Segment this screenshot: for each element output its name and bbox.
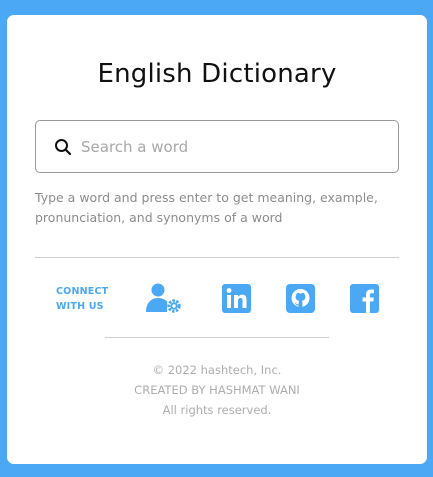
search-box[interactable] (35, 120, 399, 173)
connect-label-line1: CONNECT (56, 286, 109, 297)
search-hint: Type a word and press enter to get meani… (35, 190, 378, 225)
search-icon (53, 137, 73, 157)
footer: © 2022 hashtech, Inc. CREATED BY HASHMAT… (7, 360, 427, 420)
footer-divider (105, 337, 329, 338)
page-title: English Dictionary (97, 59, 337, 89)
linkedin-icon[interactable] (221, 283, 251, 313)
connect-label: CONNECT WITH US (56, 284, 108, 314)
github-icon[interactable] (285, 283, 315, 313)
footer-rights: All rights reserved. (162, 403, 272, 417)
search-input[interactable] (81, 131, 361, 162)
connect-label-line2: WITH US (56, 301, 104, 312)
divider (35, 257, 399, 258)
facebook-icon[interactable] (349, 283, 379, 313)
footer-copyright: © 2022 hashtech, Inc. (152, 363, 282, 377)
dictionary-card: English Dictionary Type a word and press… (7, 15, 427, 464)
profile-settings-icon[interactable] (143, 283, 185, 313)
footer-credit: CREATED BY HASHMAT WANI (134, 383, 300, 397)
